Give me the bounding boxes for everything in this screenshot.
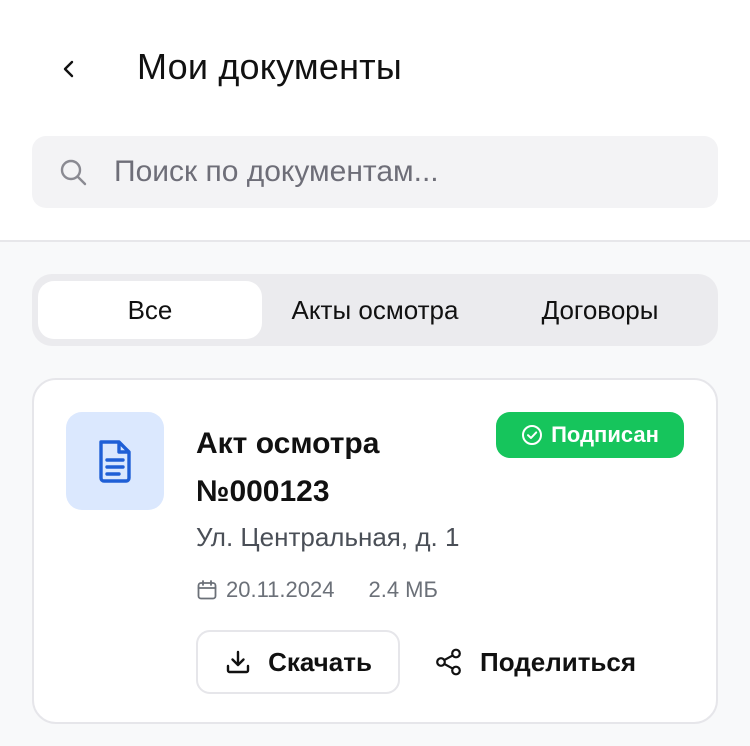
document-date: 20.11.2024 <box>226 577 335 602</box>
document-icon <box>99 440 131 483</box>
document-meta: 20.11.2024 2.4 МБ <box>196 574 438 606</box>
calendar-icon <box>197 580 217 600</box>
header: Мои документы <box>0 0 750 241</box>
main-content: Все Акты осмотра Договоры Акт осмотра №0… <box>0 242 750 746</box>
tab-inspection-acts[interactable]: Акты осмотра <box>262 281 488 339</box>
search-icon <box>60 159 87 186</box>
status-label: Подписан <box>551 422 659 447</box>
download-label: Скачать <box>268 646 372 677</box>
share-button[interactable]: Поделиться <box>422 630 662 694</box>
document-title: Акт осмотра №000123 <box>196 427 380 508</box>
document-size: 2.4 МБ <box>368 577 438 602</box>
document-icon-container <box>66 412 164 510</box>
chevron-left-icon <box>63 60 74 78</box>
back-button[interactable] <box>50 50 88 88</box>
page-title: Мои документы <box>137 46 402 87</box>
document-address: Ул. Центральная, д. 1 <box>196 522 460 552</box>
document-card[interactable]: Акт осмотра №000123 Подписан Ул. Централ… <box>32 378 718 724</box>
status-badge: Подписан <box>496 412 684 458</box>
filter-tabs: Все Акты осмотра Договоры <box>32 274 718 346</box>
download-button[interactable]: Скачать <box>196 630 400 694</box>
check-circle-icon <box>522 425 543 445</box>
share-icon <box>436 648 461 676</box>
tab-all[interactable]: Все <box>38 281 262 339</box>
download-icon <box>226 650 250 674</box>
search-input[interactable] <box>114 155 674 189</box>
share-label: Поделиться <box>480 646 637 677</box>
search-bar[interactable] <box>32 136 718 208</box>
tab-contracts[interactable]: Договоры <box>488 281 712 339</box>
